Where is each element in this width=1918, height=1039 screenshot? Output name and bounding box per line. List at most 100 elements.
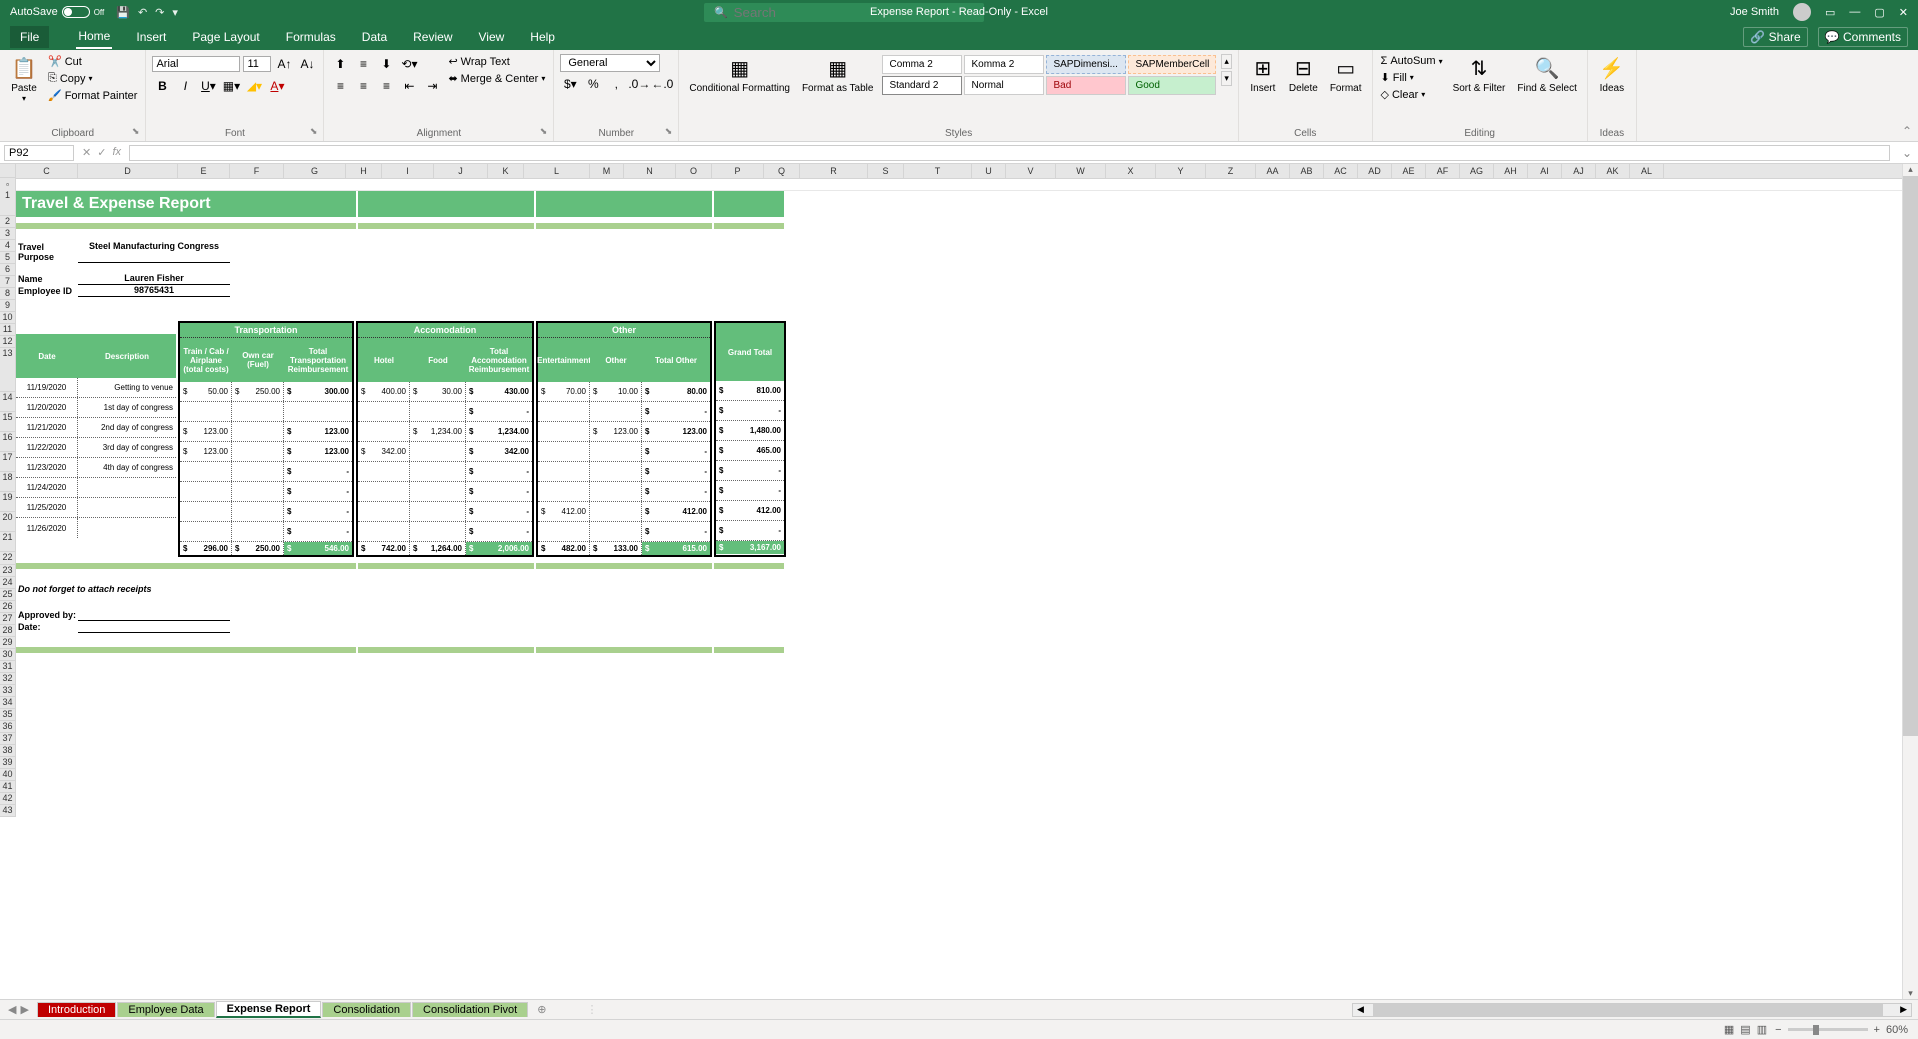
row-header[interactable]: 3 <box>0 228 15 240</box>
column-header[interactable]: W <box>1056 164 1106 178</box>
row-header[interactable]: 38 <box>0 745 15 757</box>
enter-formula-icon[interactable]: ✓ <box>97 146 106 159</box>
cell-style-bad[interactable]: Bad <box>1046 76 1126 95</box>
row-header[interactable]: 33 <box>0 685 15 697</box>
close-icon[interactable]: ✕ <box>1899 6 1908 19</box>
row-header[interactable]: 12 <box>0 336 15 348</box>
sheet-tab-employee-data[interactable]: Employee Data <box>117 1002 214 1017</box>
page-layout-view-icon[interactable]: ▤ <box>1740 1023 1750 1036</box>
column-header[interactable]: G <box>284 164 346 178</box>
column-header[interactable]: AK <box>1596 164 1630 178</box>
font-name-input[interactable] <box>152 56 240 72</box>
column-header[interactable]: U <box>972 164 1006 178</box>
column-header[interactable]: AB <box>1290 164 1324 178</box>
format-as-table-button[interactable]: ▦Format as Table <box>798 54 878 96</box>
horizontal-scrollbar[interactable]: ◀ ▶ <box>1352 1003 1912 1017</box>
row-header[interactable]: 39 <box>0 757 15 769</box>
ideas-button[interactable]: ⚡Ideas <box>1594 54 1630 96</box>
column-header[interactable]: H <box>346 164 382 178</box>
column-header[interactable]: D <box>78 164 178 178</box>
zoom-out-icon[interactable]: − <box>1775 1024 1781 1036</box>
row-header[interactable]: 42 <box>0 793 15 805</box>
column-header[interactable]: AG <box>1460 164 1494 178</box>
save-icon[interactable]: 💾 <box>116 6 130 19</box>
row-header[interactable]: 9 <box>0 300 15 312</box>
row-header[interactable]: 37 <box>0 733 15 745</box>
cell-style-good[interactable]: Good <box>1128 76 1216 95</box>
row-header[interactable]: 28 <box>0 625 15 637</box>
scroll-up-icon[interactable]: ▴ <box>1903 164 1918 175</box>
underline-button[interactable]: U▾ <box>198 76 218 96</box>
row-header[interactable]: 36 <box>0 721 15 733</box>
normal-view-icon[interactable]: ▦ <box>1724 1023 1734 1036</box>
share-button[interactable]: 🔗 Share <box>1743 27 1807 47</box>
scrollbar-thumb[interactable] <box>1373 1004 1883 1016</box>
tab-file[interactable]: File <box>10 26 49 48</box>
chevron-down-icon[interactable]: ▾ <box>541 74 545 83</box>
orientation-icon[interactable]: ⟲▾ <box>399 54 419 74</box>
sheet-tab-introduction[interactable]: Introduction <box>37 1002 116 1017</box>
scroll-right-icon[interactable]: ▶ <box>1900 1004 1907 1015</box>
format-painter-button[interactable]: 🖌️Format Painter <box>46 88 139 103</box>
vertical-scrollbar[interactable]: ▴ ▾ <box>1902 164 1918 999</box>
page-break-view-icon[interactable]: ▥ <box>1757 1023 1767 1036</box>
scroll-down-icon[interactable]: ▾ <box>1903 988 1918 999</box>
column-header[interactable]: L <box>524 164 590 178</box>
align-middle-icon[interactable]: ≡ <box>353 54 373 74</box>
autosave-toggle[interactable]: AutoSave Off <box>10 6 104 18</box>
row-header[interactable]: 18 <box>0 472 15 492</box>
formula-expand-icon[interactable]: ⌄ <box>1902 146 1918 160</box>
row-header[interactable]: 20 <box>0 512 15 532</box>
percent-format-icon[interactable]: % <box>583 74 603 94</box>
spreadsheet-grid[interactable]: CDEFGHIJKLMNOPQRSTUVWXYZAAABACADAEAFAGAH… <box>16 164 1918 999</box>
column-header[interactable]: O <box>676 164 712 178</box>
ribbon-options-icon[interactable]: ▭ <box>1825 6 1835 19</box>
row-header[interactable]: 25 <box>0 589 15 601</box>
styles-more-icon[interactable]: ▴ <box>1221 54 1232 69</box>
find-select-button[interactable]: 🔍Find & Select <box>1513 54 1580 96</box>
autosum-button[interactable]: ΣAutoSum▾ <box>1379 54 1445 68</box>
align-left-icon[interactable]: ≡ <box>330 76 350 96</box>
decrease-decimal-icon[interactable]: ←.0 <box>652 74 672 94</box>
cell-style-standard2[interactable]: Standard 2 <box>882 76 962 95</box>
tab-insert[interactable]: Insert <box>134 26 168 48</box>
increase-decimal-icon[interactable]: .0→ <box>629 74 649 94</box>
italic-button[interactable]: I <box>175 76 195 96</box>
row-header[interactable]: 34 <box>0 697 15 709</box>
format-cells-button[interactable]: ▭Format <box>1326 54 1366 96</box>
sheet-tab-consolidation-pivot[interactable]: Consolidation Pivot <box>412 1002 528 1017</box>
collapse-ribbon-icon[interactable]: ⌃ <box>1902 124 1912 138</box>
row-header[interactable]: 11 <box>0 324 15 336</box>
column-header[interactable]: E <box>178 164 230 178</box>
zoom-in-icon[interactable]: + <box>1874 1024 1880 1036</box>
column-header[interactable]: I <box>382 164 434 178</box>
name-box[interactable] <box>4 145 74 161</box>
column-header[interactable]: AI <box>1528 164 1562 178</box>
row-header[interactable]: 7 <box>0 276 15 288</box>
tab-review[interactable]: Review <box>411 26 454 48</box>
row-header[interactable]: 10 <box>0 312 15 324</box>
column-header[interactable]: AH <box>1494 164 1528 178</box>
row-header[interactable]: 13 <box>0 348 15 392</box>
row-header[interactable]: 27 <box>0 613 15 625</box>
column-header[interactable]: R <box>800 164 868 178</box>
row-header[interactable]: 32 <box>0 673 15 685</box>
row-header[interactable]: 30 <box>0 649 15 661</box>
redo-icon[interactable]: ↷ <box>155 6 164 19</box>
align-right-icon[interactable]: ≡ <box>376 76 396 96</box>
qat-more-icon[interactable]: ▾ <box>172 6 178 19</box>
dialog-launcher-icon[interactable]: ⬊ <box>132 126 140 137</box>
column-header[interactable]: N <box>624 164 676 178</box>
sheet-prev-icon[interactable]: ◀ <box>8 1003 16 1016</box>
tab-formulas[interactable]: Formulas <box>284 26 338 48</box>
row-header[interactable]: 5 <box>0 252 15 264</box>
row-header[interactable]: 19 <box>0 492 15 512</box>
avatar[interactable] <box>1793 3 1811 21</box>
tab-help[interactable]: Help <box>528 26 557 48</box>
row-header[interactable]: 26 <box>0 601 15 613</box>
column-header[interactable]: P <box>712 164 764 178</box>
font-size-input[interactable] <box>243 56 271 72</box>
dialog-launcher-icon[interactable]: ⬊ <box>540 126 548 137</box>
row-header[interactable]: 29 <box>0 637 15 649</box>
bold-button[interactable]: B <box>152 76 172 96</box>
